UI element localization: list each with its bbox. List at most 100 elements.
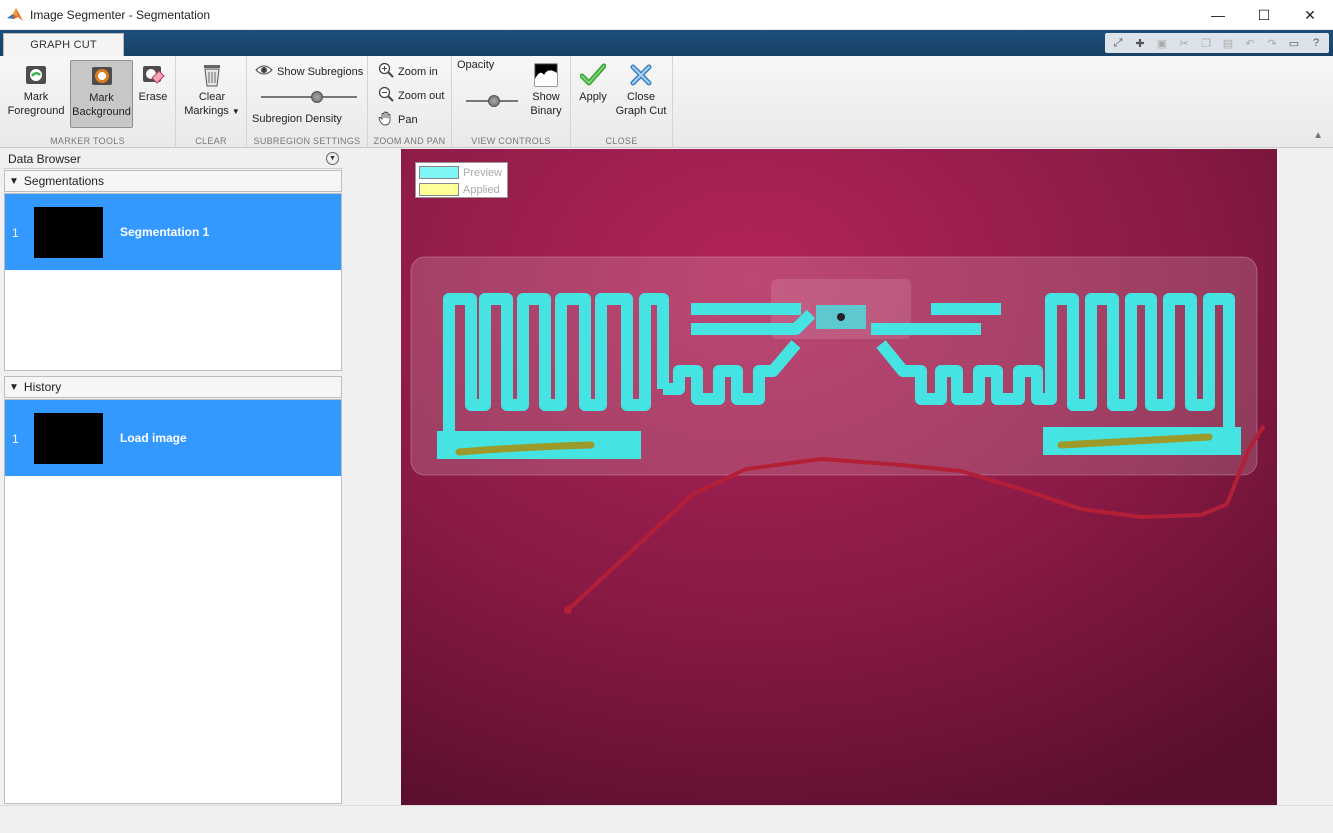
show-subregions-toggle[interactable]: Show Subregions bbox=[255, 64, 363, 79]
undock-icon[interactable]: ⤢ bbox=[1108, 34, 1128, 52]
applied-swatch bbox=[419, 183, 459, 196]
mark-foreground-button[interactable]: Mark Foreground bbox=[4, 62, 68, 128]
minimize-button[interactable]: — bbox=[1195, 0, 1241, 30]
paste-icon[interactable]: ▤ bbox=[1218, 34, 1238, 52]
close-x-icon bbox=[628, 62, 654, 88]
slider-thumb[interactable] bbox=[311, 91, 323, 103]
title-bar: Image Segmenter - Segmentation — ☐ ✕ bbox=[0, 0, 1333, 30]
pan-label: Pan bbox=[398, 113, 418, 126]
close-graph-cut-label-2: Graph Cut bbox=[615, 105, 667, 117]
clear-markings-label-1: Clear bbox=[198, 91, 226, 103]
zoom-in-label: Zoom in bbox=[398, 65, 438, 78]
section-marker-tools: Mark Foreground Mark Background Erase MA… bbox=[0, 56, 176, 148]
subregion-density-label: Subregion Density bbox=[252, 113, 342, 125]
cut-icon[interactable]: ✂ bbox=[1174, 34, 1194, 52]
background-marker-start-dot bbox=[564, 606, 572, 614]
ribbon: Mark Foreground Mark Background Erase MA… bbox=[0, 56, 1333, 148]
chip-die bbox=[837, 313, 845, 321]
undo-icon[interactable]: ↶ bbox=[1240, 34, 1260, 52]
history-group-header[interactable]: ▼ History bbox=[4, 376, 342, 398]
zoom-out-icon bbox=[378, 86, 394, 105]
window-layout-icon[interactable]: ▭ bbox=[1284, 34, 1304, 52]
opacity-label-row: Opacity bbox=[457, 59, 494, 71]
collapse-triangle-icon: ▼ bbox=[9, 175, 19, 187]
close-graph-cut-button[interactable]: Close Graph Cut bbox=[613, 62, 669, 128]
redo-icon[interactable]: ↷ bbox=[1262, 34, 1282, 52]
collapse-ribbon-icon[interactable]: ▲ bbox=[1313, 130, 1323, 141]
section-subregion-settings: Show Subregions Subregion Density SUBREG… bbox=[247, 56, 368, 148]
segmentation-image[interactable] bbox=[401, 149, 1277, 805]
erase-button[interactable]: Erase bbox=[134, 62, 172, 122]
segmentation-list-item[interactable]: 1 Segmentation 1 bbox=[5, 194, 341, 270]
status-bar bbox=[0, 805, 1333, 833]
apply-button[interactable]: Apply bbox=[575, 62, 611, 122]
zoom-out-button[interactable]: Zoom out bbox=[378, 86, 444, 105]
zoom-in-icon bbox=[378, 62, 394, 81]
item-index: 1 bbox=[12, 432, 19, 446]
subregion-density-slider[interactable] bbox=[261, 91, 357, 103]
legend-preview-label: Preview bbox=[463, 166, 503, 179]
mark-background-icon bbox=[89, 63, 115, 89]
panel-menu-icon[interactable]: ▼ bbox=[326, 152, 339, 165]
subregion-density-label-row: Subregion Density bbox=[252, 113, 342, 125]
data-browser-header: Data Browser ▼ bbox=[3, 149, 343, 169]
show-binary-label-1: Show bbox=[532, 91, 560, 103]
mark-background-label-1: Mark bbox=[89, 92, 114, 104]
zoom-out-label: Zoom out bbox=[398, 89, 445, 102]
save-icon[interactable]: ▣ bbox=[1152, 34, 1172, 52]
segmentations-list: 1 Segmentation 1 bbox=[4, 193, 342, 371]
show-binary-button[interactable]: Show Binary bbox=[526, 62, 566, 126]
segmentation-thumbnail bbox=[34, 207, 103, 258]
matlab-logo-icon bbox=[0, 0, 30, 30]
section-close: Apply Close Graph Cut CLOSE bbox=[571, 56, 673, 148]
legend-applied-label: Applied bbox=[463, 183, 500, 196]
dropdown-arrow-icon: ▼ bbox=[231, 107, 240, 116]
mark-background-label-2: Background bbox=[72, 106, 131, 118]
help-icon[interactable]: ? bbox=[1306, 34, 1326, 52]
image-display-area: Preview Applied bbox=[343, 149, 1333, 805]
mark-foreground-icon bbox=[23, 62, 49, 88]
mark-background-button[interactable]: Mark Background bbox=[70, 60, 133, 128]
slider-thumb[interactable] bbox=[488, 95, 500, 107]
image-canvas[interactable]: Preview Applied bbox=[401, 149, 1277, 805]
maximize-button[interactable]: ☐ bbox=[1241, 0, 1287, 30]
legend-row-preview: Preview bbox=[419, 165, 502, 180]
collapse-triangle-icon: ▼ bbox=[9, 381, 19, 393]
clear-markings-label-2-row: Markings ▼ bbox=[180, 104, 244, 119]
segmentations-group-header[interactable]: ▼ Segmentations bbox=[4, 170, 342, 192]
trash-icon bbox=[199, 62, 225, 88]
item-label: Load image bbox=[120, 431, 187, 445]
section-clear: Clear Markings ▼ CLEAR bbox=[176, 56, 247, 148]
eye-icon bbox=[255, 64, 273, 79]
section-zoom-and-pan: Zoom in Zoom out Pan ZOOM AND PAN bbox=[368, 56, 452, 148]
section-label-close: CLOSE bbox=[605, 136, 638, 146]
show-binary-label-2: Binary bbox=[530, 105, 562, 117]
section-label-view-controls: VIEW CONTROLS bbox=[471, 136, 551, 146]
segmentation-legend: Preview Applied bbox=[415, 162, 508, 198]
zoom-in-button[interactable]: Zoom in bbox=[378, 62, 438, 81]
section-label-marker-tools: MARKER TOOLS bbox=[50, 136, 125, 146]
eraser-icon bbox=[140, 62, 166, 88]
opacity-slider[interactable] bbox=[466, 95, 518, 107]
clear-markings-label-2: Markings bbox=[184, 105, 229, 117]
checkmark-icon bbox=[580, 62, 606, 88]
item-index: 1 bbox=[12, 226, 19, 240]
erase-label: Erase bbox=[138, 91, 168, 103]
clear-markings-button[interactable]: Clear Markings ▼ bbox=[180, 62, 244, 128]
quick-access-toolbar: ⤢ ✚ ▣ ✂ ❐ ▤ ↶ ↷ ▭ ? bbox=[1105, 33, 1329, 53]
history-list-item[interactable]: 1 Load image bbox=[5, 400, 341, 476]
tab-graph-cut[interactable]: GRAPH CUT bbox=[3, 33, 124, 56]
close-window-button[interactable]: ✕ bbox=[1287, 0, 1333, 30]
photo-background bbox=[401, 149, 1277, 805]
copy-icon[interactable]: ❐ bbox=[1196, 34, 1216, 52]
pan-hand-icon bbox=[378, 110, 394, 129]
ribbon-tab-strip: GRAPH CUT ⤢ ✚ ▣ ✂ ❐ ▤ ↶ ↷ ▭ ? bbox=[0, 30, 1333, 56]
data-browser-title: Data Browser bbox=[8, 151, 81, 166]
apply-label: Apply bbox=[579, 91, 607, 103]
preview-swatch bbox=[419, 166, 459, 179]
item-label: Segmentation 1 bbox=[120, 225, 210, 239]
new-icon[interactable]: ✚ bbox=[1130, 34, 1150, 52]
pan-button[interactable]: Pan bbox=[378, 110, 418, 129]
history-list: 1 Load image bbox=[4, 399, 342, 804]
opacity-label: Opacity bbox=[457, 59, 495, 71]
